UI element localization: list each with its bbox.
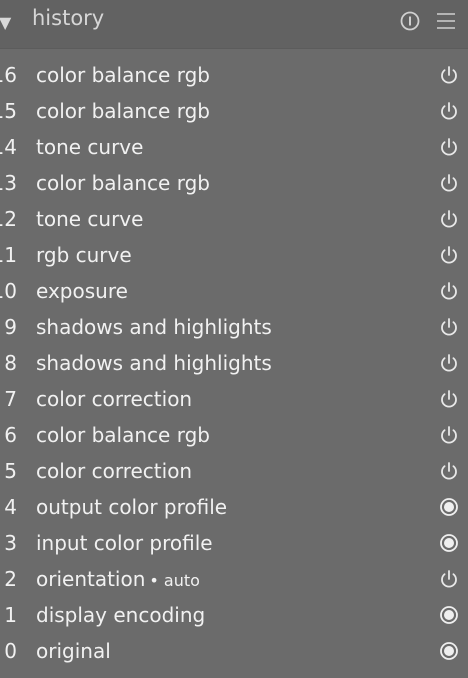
- history-item[interactable]: 3 input color profile: [0, 525, 468, 561]
- history-item-label: rgb curve: [36, 240, 132, 270]
- power-icon: [438, 172, 460, 194]
- history-item-label: output color profile: [36, 492, 227, 522]
- history-item-module-name: color balance rgb: [36, 171, 210, 195]
- history-item-number: 14: [0, 135, 17, 159]
- history-item-label: color correction: [36, 456, 192, 486]
- reset-icon[interactable]: [399, 10, 421, 32]
- history-item-label: tone curve: [36, 132, 143, 162]
- history-item-module-name: color balance rgb: [36, 423, 210, 447]
- history-item-module-name: color correction: [36, 459, 193, 483]
- history-item-number: 2: [4, 567, 17, 591]
- history-item-number: 5: [4, 459, 17, 483]
- history-item-module-name: tone curve: [36, 207, 144, 231]
- history-item-label: tone curve: [36, 204, 143, 234]
- power-icon: [438, 64, 460, 86]
- history-panel-header[interactable]: ▼ history: [0, 0, 468, 49]
- power-icon: [438, 244, 460, 266]
- history-item-number: 10: [0, 279, 17, 303]
- history-item[interactable]: 16 color balance rgb: [0, 57, 468, 93]
- power-icon: [438, 316, 460, 338]
- history-item-module-name: shadows and highlights: [36, 351, 272, 375]
- history-item[interactable]: 5 color correction: [0, 453, 468, 489]
- history-item-number: 6: [4, 423, 17, 447]
- hamburger-menu-icon[interactable]: [435, 10, 457, 32]
- history-item[interactable]: 8 shadows and highlights: [0, 345, 468, 381]
- history-item-number: 13: [0, 171, 17, 195]
- history-item-number: 1: [4, 603, 17, 627]
- history-item-module-name: original: [36, 639, 111, 663]
- history-item-module-name: color correction: [36, 387, 193, 411]
- history-item-module-name: exposure: [36, 279, 128, 303]
- always-on-icon: [438, 604, 460, 626]
- triangle-down-icon[interactable]: ▼: [0, 14, 21, 32]
- history-item[interactable]: 0 original: [0, 633, 468, 669]
- always-on-icon: [438, 640, 460, 662]
- history-item-number: 4: [4, 495, 17, 519]
- history-item-label: exposure: [36, 276, 128, 306]
- history-item[interactable]: 14 tone curve: [0, 129, 468, 165]
- history-item[interactable]: 15 color balance rgb: [0, 93, 468, 129]
- history-item-module-name: output color profile: [36, 495, 228, 519]
- history-item-number: 11: [0, 243, 17, 267]
- history-item-number: 15: [0, 99, 17, 123]
- power-icon: [438, 424, 460, 446]
- history-item[interactable]: 9 shadows and highlights: [0, 309, 468, 345]
- history-list: 16color balance rgb15color balance rgb14…: [0, 57, 468, 669]
- history-item[interactable]: 10 exposure: [0, 273, 468, 309]
- power-icon: [438, 208, 460, 230]
- history-item[interactable]: 6 color balance rgb: [0, 417, 468, 453]
- history-item-module-name: color balance rgb: [36, 63, 210, 87]
- history-item-module-name: display encoding: [36, 603, 206, 627]
- panel-title: history: [32, 6, 105, 30]
- history-item-label: original: [36, 636, 111, 666]
- history-item-label: shadows and highlights: [36, 312, 272, 342]
- history-item-module-name: tone curve: [36, 135, 144, 159]
- history-item-module-name: orientation: [36, 567, 146, 591]
- history-item-label: color correction: [36, 384, 192, 414]
- history-item-label: display encoding: [36, 600, 205, 630]
- history-item-label: color balance rgb: [36, 420, 210, 450]
- history-item-number: 16: [0, 63, 17, 87]
- history-item-module-name: color balance rgb: [36, 99, 210, 123]
- history-item[interactable]: 7 color correction: [0, 381, 468, 417]
- history-item-label: color balance rgb: [36, 168, 210, 198]
- power-icon: [438, 388, 460, 410]
- always-on-icon: [438, 496, 460, 518]
- history-item-module-name: rgb curve: [36, 243, 132, 267]
- history-item-number: 3: [4, 531, 17, 555]
- history-item[interactable]: 4 output color profile: [0, 489, 468, 525]
- history-item-label: input color profile: [36, 528, 213, 558]
- history-item-module-name: input color profile: [36, 531, 213, 555]
- power-icon: [438, 136, 460, 158]
- history-item[interactable]: 12 tone curve: [0, 201, 468, 237]
- always-on-icon: [438, 532, 460, 554]
- history-item[interactable]: 2 orientation • auto: [0, 561, 468, 597]
- history-item-label: orientation • auto: [36, 564, 200, 596]
- history-item-label: color balance rgb: [36, 60, 210, 90]
- history-item-number: 0: [4, 639, 17, 663]
- history-item-number: 9: [4, 315, 17, 339]
- history-item-module-name: shadows and highlights: [36, 315, 272, 339]
- power-icon: [438, 460, 460, 482]
- history-item-instance-name: • auto: [149, 571, 200, 590]
- history-item-number: 7: [4, 387, 17, 411]
- history-item-label: color balance rgb: [36, 96, 210, 126]
- history-item[interactable]: 1 display encoding: [0, 597, 468, 633]
- power-icon: [438, 100, 460, 122]
- power-icon: [438, 352, 460, 374]
- history-item-label: shadows and highlights: [36, 348, 272, 378]
- power-icon: [438, 280, 460, 302]
- history-item-number: 12: [0, 207, 17, 231]
- history-item-number: 8: [4, 351, 17, 375]
- history-item[interactable]: 13 color balance rgb: [0, 165, 468, 201]
- power-icon: [438, 568, 460, 590]
- history-item[interactable]: 11 rgb curve: [0, 237, 468, 273]
